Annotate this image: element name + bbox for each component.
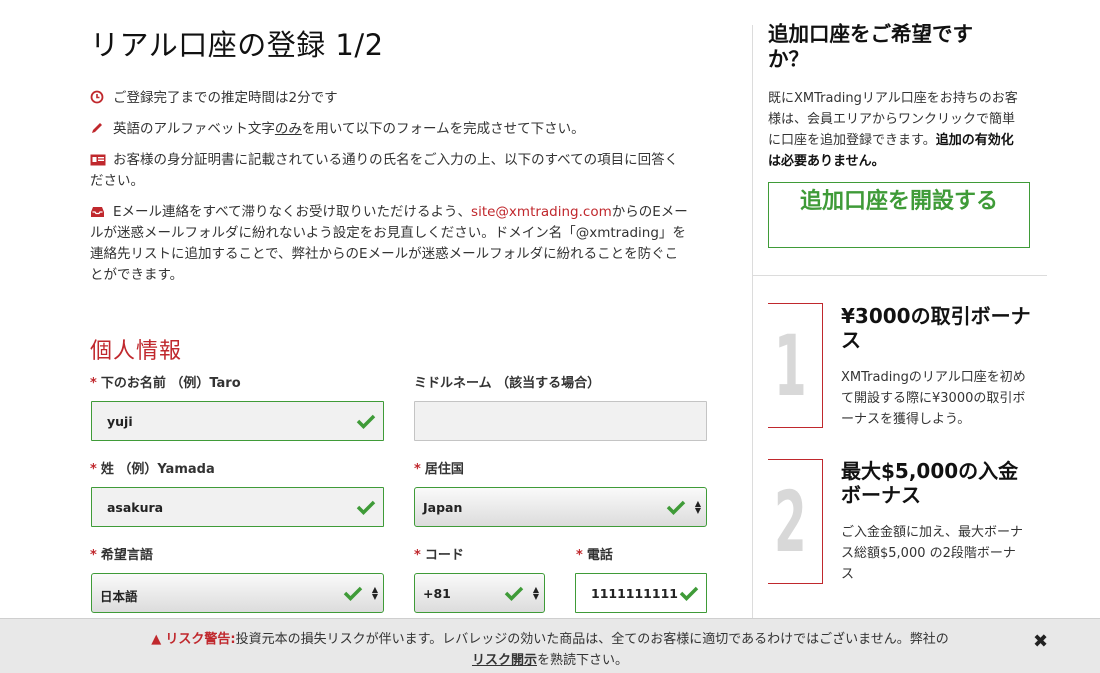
middle-name-label: ミドルネーム （該当する場合） (414, 376, 601, 391)
required-mark: * (90, 462, 97, 477)
country-label: * 居住国 (414, 458, 464, 477)
info-email-line3: 連絡先リストに追加することで、弊社からのEメールが迷惑メールフォルダに紛れること… (90, 246, 679, 262)
first-name-input[interactable]: yuji (91, 401, 384, 441)
required-mark: * (414, 548, 421, 563)
country-value: Japan (423, 500, 463, 515)
info-email: Eメール連絡をすべて滞りなくお受け取りいただけるよう、site@xmtradin… (90, 202, 705, 286)
required-mark: * (576, 548, 583, 563)
language-select[interactable]: 日本語 ▲ ▼ (91, 573, 384, 613)
language-label-text: 希望言語 (100, 548, 153, 563)
promo-number: 2 (774, 473, 807, 571)
promo-desc: XMTradingのリアル口座を初めて開設する際に¥3000の取引ボーナスを獲得… (841, 370, 1026, 427)
check-icon (343, 585, 363, 601)
last-name-label: * 姓 （例）Yamada (90, 458, 215, 477)
last-name-input[interactable]: asakura (91, 487, 384, 527)
info-alphabet-only: のみ (274, 121, 302, 137)
check-icon (356, 413, 376, 429)
code-label: * コード (414, 544, 464, 563)
info-time-text: ご登録完了までの推定時間は2分です (113, 90, 338, 106)
risk-text-1: 投資元本の損失リスクが伴います。レバレッジの効いた商品は、全てのお客様に適切であ… (235, 632, 949, 647)
language-label: * 希望言語 (90, 544, 153, 563)
risk-disclosure-link[interactable]: リスク開示 (472, 653, 537, 668)
code-label-text: コード (424, 548, 464, 563)
promo-desc: ご入金金額に加え、最大ボーナス総額$5,000 の2段階ボーナス (841, 525, 1024, 582)
country-select[interactable]: Japan ▲ ▼ (414, 487, 707, 527)
sidebar-description: 既にXMTradingリアル口座をお持ちのお客様は、会員エリアからワンクリックで… (768, 88, 1023, 172)
phone-input[interactable]: 1111111111 (575, 573, 707, 613)
info-name-line2: ださい。 (90, 173, 144, 189)
info-email-mid: からのEメー (611, 204, 688, 220)
phone-label: * 電話 (576, 544, 613, 563)
risk-warning-bar: ▲ リスク警告:投資元本の損失リスクが伴います。レバレッジの効いた商品は、全ての… (0, 618, 1100, 673)
info-email-line2: ルが迷惑メールフォルダに紛れないよう設定をお見直しください。ドメイン名「@xmt… (90, 225, 686, 241)
clock-icon (90, 90, 108, 104)
promo-title: 最大$5,000の入金ボーナス (841, 459, 1019, 507)
phone-value: 1111111111 (591, 586, 678, 601)
risk-warning-text: ▲ リスク警告:投資元本の損失リスクが伴います。レバレッジの効いた商品は、全ての… (0, 629, 1100, 671)
sidebar-separator (752, 275, 1047, 276)
required-mark: * (90, 548, 97, 563)
close-icon[interactable]: ✖ (1033, 631, 1048, 652)
select-arrows-icon: ▲ ▼ (371, 585, 378, 601)
promo-title: ¥3000の取引ボーナス (841, 304, 1031, 352)
required-mark: * (90, 376, 97, 391)
info-name-line1: お客様の身分証明書に記載されている通りの氏名をご入力の上、以下のすべての項目に回… (113, 152, 679, 168)
warning-icon: ▲ (151, 632, 162, 647)
promo-number-box: 2 (768, 459, 823, 584)
sidebar-title: 追加口座をご希望ですか？ (768, 22, 973, 71)
first-name-label-text: 下のお名前 （例）Taro (100, 376, 241, 391)
section-title-personal-info: 個人情報 (90, 339, 183, 364)
required-mark: * (414, 462, 421, 477)
open-additional-account-button[interactable]: 追加口座を開設する (768, 182, 1030, 248)
country-label-text: 居住国 (424, 462, 464, 477)
check-icon (666, 499, 686, 515)
first-name-label: * 下のお名前 （例）Taro (90, 372, 241, 391)
info-alphabet-pre: 英語のアルファベット文字 (113, 121, 275, 137)
risk-warning-label: リスク警告: (165, 632, 236, 647)
check-icon (504, 585, 524, 601)
first-name-value: yuji (107, 414, 133, 429)
info-email-line4: とができます。 (90, 267, 184, 283)
select-arrows-icon: ▲ ▼ (532, 585, 539, 601)
select-arrows-icon: ▲ ▼ (694, 499, 701, 515)
info-time: ご登録完了までの推定時間は2分です (90, 88, 705, 109)
info-name: お客様の身分証明書に記載されている通りの氏名をご入力の上、以下のすべての項目に回… (90, 150, 705, 192)
info-email-pre: Eメール連絡をすべて滞りなくお受け取りいただけるよう、 (113, 204, 472, 220)
phone-label-text: 電話 (586, 548, 613, 563)
info-alphabet-post: を用いて以下のフォームを完成させて下さい。 (301, 121, 585, 137)
phone-code-select[interactable]: +81 ▲ ▼ (414, 573, 545, 613)
id-card-icon (90, 154, 108, 166)
support-email-link[interactable]: site@xmtrading.com (471, 204, 612, 220)
middle-name-input[interactable] (414, 401, 707, 441)
pencil-icon (90, 121, 108, 135)
promo-number-box: 1 (768, 303, 823, 428)
risk-text-2: を熟読下さい。 (537, 653, 629, 668)
last-name-label-text: 姓 （例）Yamada (100, 462, 215, 477)
inbox-icon (90, 206, 108, 218)
code-value: +81 (423, 586, 451, 601)
check-icon (356, 499, 376, 515)
page-title: リアル口座の登録 1/2 (90, 28, 384, 62)
check-icon (679, 585, 699, 601)
info-alphabet: 英語のアルファベット文字のみを用いて以下のフォームを完成させて下さい。 (90, 119, 705, 140)
language-value: 日本語 (100, 589, 138, 604)
promo-number: 1 (774, 317, 807, 415)
sidebar-divider (752, 25, 753, 625)
last-name-value: asakura (107, 500, 164, 515)
